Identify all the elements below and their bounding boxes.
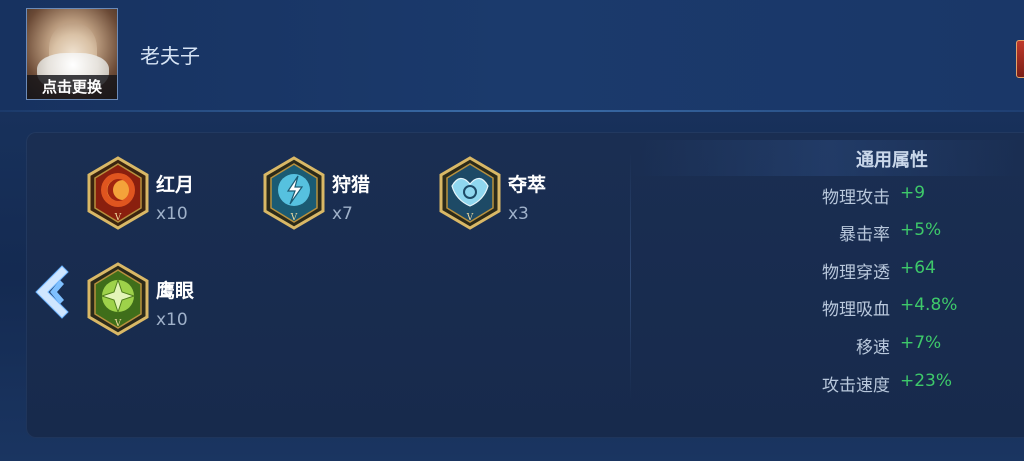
edge-tab-icon[interactable] bbox=[1016, 40, 1024, 78]
stat-label: 暴击率 bbox=[839, 225, 890, 245]
rune-name: 狩猎 bbox=[332, 174, 371, 196]
rune-item-hawk-eye[interactable]: V 鹰眼 x10 bbox=[86, 262, 286, 342]
svg-text:V: V bbox=[290, 213, 298, 223]
stat-row-life-steal: 物理吸血 +4.8% bbox=[700, 295, 1000, 321]
stat-value: +64 bbox=[900, 258, 936, 278]
stat-value: +7% bbox=[900, 333, 942, 353]
stat-value: +4.8% bbox=[900, 295, 958, 315]
rune-count: x10 bbox=[156, 204, 188, 224]
stat-value: +9 bbox=[900, 183, 926, 203]
hawk-eye-rune-icon: V bbox=[87, 262, 149, 336]
stat-label: 攻击速度 bbox=[822, 376, 890, 396]
change-hero-caption[interactable]: 点击更换 bbox=[27, 75, 117, 99]
rune-item-red-moon[interactable]: V 红月 x10 bbox=[86, 156, 286, 236]
stat-label: 物理穿透 bbox=[822, 263, 890, 283]
stats-heading: 通用属性 bbox=[856, 150, 928, 171]
stat-label: 移速 bbox=[856, 338, 890, 358]
rune-item-plunder[interactable]: V 夺萃 x3 bbox=[438, 156, 638, 236]
svg-text:V: V bbox=[466, 213, 474, 223]
hero-avatar[interactable]: 点击更换 bbox=[26, 8, 118, 100]
stat-row-crit-rate: 暴击率 +5% bbox=[700, 220, 1000, 246]
rune-name: 夺萃 bbox=[508, 174, 547, 196]
rune-item-hunt[interactable]: V 狩猎 x7 bbox=[262, 156, 462, 236]
svg-text:V: V bbox=[114, 319, 122, 329]
plunder-rune-icon: V bbox=[439, 156, 501, 230]
stat-label: 物理吸血 bbox=[822, 300, 890, 320]
hunt-rune-icon: V bbox=[263, 156, 325, 230]
stats-header-bar bbox=[632, 140, 1024, 176]
red-moon-rune-icon: V bbox=[87, 156, 149, 230]
rune-count: x7 bbox=[332, 204, 353, 224]
rune-count: x3 bbox=[508, 204, 529, 224]
stat-row-physical-penetration: 物理穿透 +64 bbox=[700, 258, 1000, 284]
stat-row-physical-attack: 物理攻击 +9 bbox=[700, 183, 1000, 209]
rune-count: x10 bbox=[156, 310, 188, 330]
top-bar-divider bbox=[0, 110, 1024, 112]
hero-name: 老夫子 bbox=[140, 44, 200, 68]
stat-label: 物理攻击 bbox=[822, 188, 890, 208]
stat-value: +23% bbox=[900, 371, 953, 391]
stat-value: +5% bbox=[900, 220, 942, 240]
rune-name: 红月 bbox=[156, 174, 195, 196]
rune-name: 鹰眼 bbox=[156, 280, 195, 302]
stat-row-attack-speed: 攻击速度 +23% bbox=[700, 371, 1000, 397]
svg-text:V: V bbox=[114, 213, 122, 223]
back-arrow-icon[interactable] bbox=[32, 262, 74, 322]
stat-row-move-speed: 移速 +7% bbox=[700, 333, 1000, 359]
